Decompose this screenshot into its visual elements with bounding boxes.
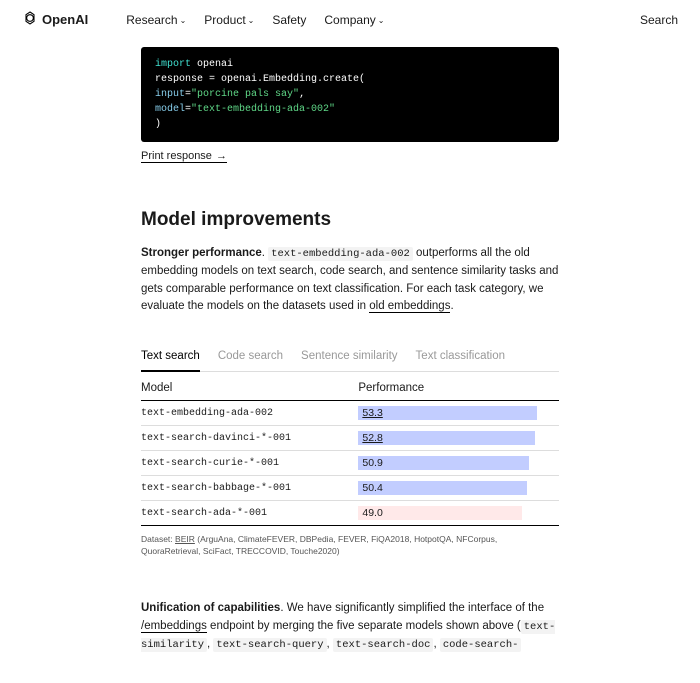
dataset-footnote: Dataset: BEIR (ArguAna, ClimateFEVER, DB…: [141, 534, 559, 558]
tab-text-search[interactable]: Text search: [141, 350, 200, 372]
dataset-link[interactable]: BEIR: [175, 534, 195, 544]
performance-cell: 53.3: [358, 401, 559, 426]
model-cell: text-search-babbage-*-001: [141, 476, 358, 501]
print-response-link[interactable]: Print response→: [141, 150, 227, 163]
col-performance: Performance: [358, 374, 559, 401]
performance-cell: 52.8: [358, 426, 559, 451]
old-embeddings-link[interactable]: old embeddings: [369, 300, 450, 313]
chevron-down-icon: ⌄: [180, 16, 187, 25]
tab-sentence-similarity[interactable]: Sentence similarity: [301, 350, 398, 371]
chevron-down-icon: ⌄: [248, 16, 255, 25]
article-body: import openai response = openai.Embeddin…: [141, 47, 559, 683]
nav-research[interactable]: Research⌄: [126, 13, 186, 27]
paragraph-unification: Unification of capabilities. We have sig…: [141, 600, 559, 653]
paragraph-stronger-performance: Stronger performance. text-embedding-ada…: [141, 245, 559, 316]
search-link[interactable]: Search: [640, 13, 678, 27]
arrow-right-icon: →: [216, 150, 227, 162]
table-row: text-search-babbage-*-00150.4: [141, 476, 559, 501]
nav-product[interactable]: Product⌄: [204, 13, 254, 27]
performance-table: Model Performance text-embedding-ada-002…: [141, 374, 559, 526]
section-heading: Model improvements: [141, 209, 559, 231]
nav-company[interactable]: Company⌄: [324, 13, 384, 27]
table-row: text-search-ada-*-00149.0: [141, 501, 559, 526]
code-sample: import openai response = openai.Embeddin…: [141, 47, 559, 142]
tab-code-search[interactable]: Code search: [218, 350, 283, 371]
model-cell: text-embedding-ada-002: [141, 401, 358, 426]
performance-cell: 50.4: [358, 476, 559, 501]
openai-icon: [22, 10, 38, 29]
table-row: text-search-curie-*-00150.9: [141, 451, 559, 476]
model-cell: text-search-davinci-*-001: [141, 426, 358, 451]
table-row: text-search-davinci-*-00152.8: [141, 426, 559, 451]
model-cell: text-search-ada-*-001: [141, 501, 358, 526]
performance-cell: 50.9: [358, 451, 559, 476]
performance-cell: 49.0: [358, 501, 559, 526]
embeddings-endpoint-link[interactable]: /embeddings: [141, 620, 207, 633]
table-row: text-embedding-ada-00253.3: [141, 401, 559, 426]
tab-text-classification[interactable]: Text classification: [416, 350, 505, 371]
site-header: OpenAI Research⌄ Product⌄ Safety Company…: [0, 0, 700, 39]
model-cell: text-search-curie-*-001: [141, 451, 358, 476]
benchmark-tabs: Text search Code search Sentence similar…: [141, 350, 559, 372]
nav-safety[interactable]: Safety: [272, 13, 306, 27]
brand-logo[interactable]: OpenAI: [22, 10, 88, 29]
col-model: Model: [141, 374, 358, 401]
chevron-down-icon: ⌄: [378, 16, 385, 25]
brand-text: OpenAI: [42, 12, 88, 27]
main-nav: Research⌄ Product⌄ Safety Company⌄: [126, 13, 384, 27]
